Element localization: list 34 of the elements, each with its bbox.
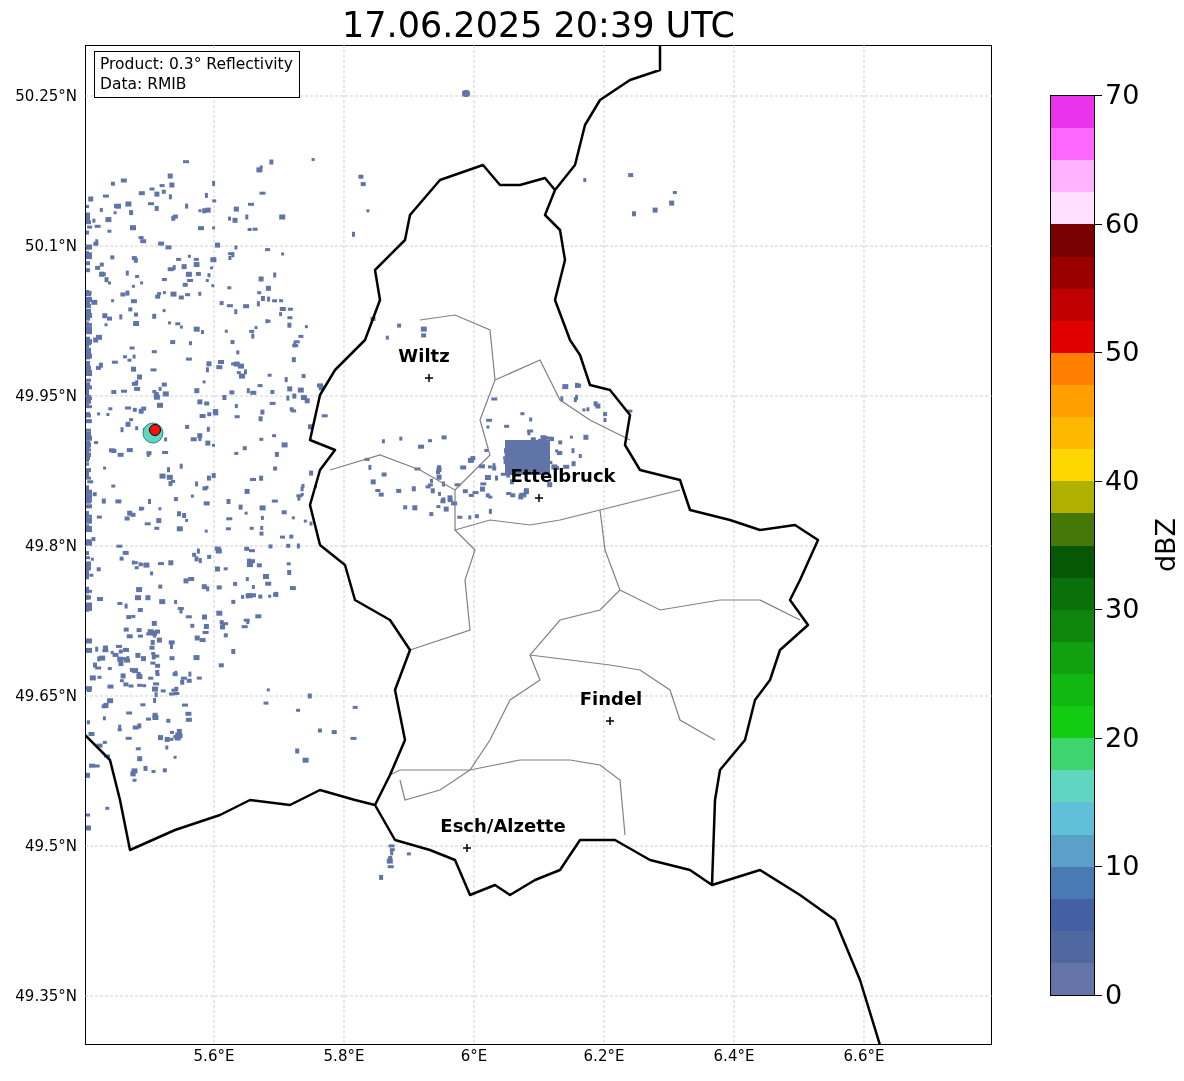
colorbar-label: dBZ	[1151, 517, 1182, 573]
colorbar-tick-label: 40	[1105, 465, 1140, 496]
longitude-label: 6°E	[460, 1047, 488, 1065]
longitude-label: 5.8°E	[323, 1047, 365, 1065]
colorbar-tick-label: 10	[1105, 851, 1140, 882]
city-label: Esch/Alzette	[440, 815, 566, 836]
colorbar-tick-label: 30	[1105, 594, 1140, 625]
latitude-label: 50.25°N	[15, 87, 77, 105]
latitude-label: 49.8°N	[24, 537, 77, 555]
legend-text: Product: 0.3° Reflectivity	[100, 54, 293, 74]
latitude-label: 49.35°N	[15, 987, 77, 1005]
city-marker-icon	[605, 716, 615, 726]
longitude-label: 6.4°E	[713, 1047, 755, 1065]
city-label: Findel	[579, 688, 643, 709]
colorbar-tick-label: 50	[1105, 337, 1140, 368]
colorbar-tick-label: 70	[1105, 80, 1140, 110]
latitude-label: 49.65°N	[15, 687, 77, 705]
city-marker-icon	[534, 493, 544, 503]
city-marker-icon	[462, 843, 472, 853]
colorbar-tick-label: 0	[1105, 980, 1123, 1010]
longitude-label: 5.6°E	[193, 1047, 235, 1065]
latitude-label: 50.1°N	[24, 237, 77, 255]
colorbar-tick-label: 60	[1105, 208, 1140, 239]
legend-text: Data: RMIB	[100, 74, 188, 94]
city-label: Ettelbruck	[510, 465, 616, 486]
city-marker-icon	[424, 373, 434, 383]
longitude-label: 6.6°E	[843, 1047, 885, 1065]
radar-site-icon	[142, 422, 164, 444]
latitude-label: 49.5°N	[24, 837, 77, 855]
city-label: Wiltz	[398, 345, 450, 366]
latitude-label: 49.95°N	[15, 387, 77, 405]
colorbar-tick-label: 20	[1105, 722, 1140, 753]
plot-title: 17.06.2025 20:39 UTC	[341, 4, 736, 46]
longitude-label: 6.2°E	[583, 1047, 625, 1065]
